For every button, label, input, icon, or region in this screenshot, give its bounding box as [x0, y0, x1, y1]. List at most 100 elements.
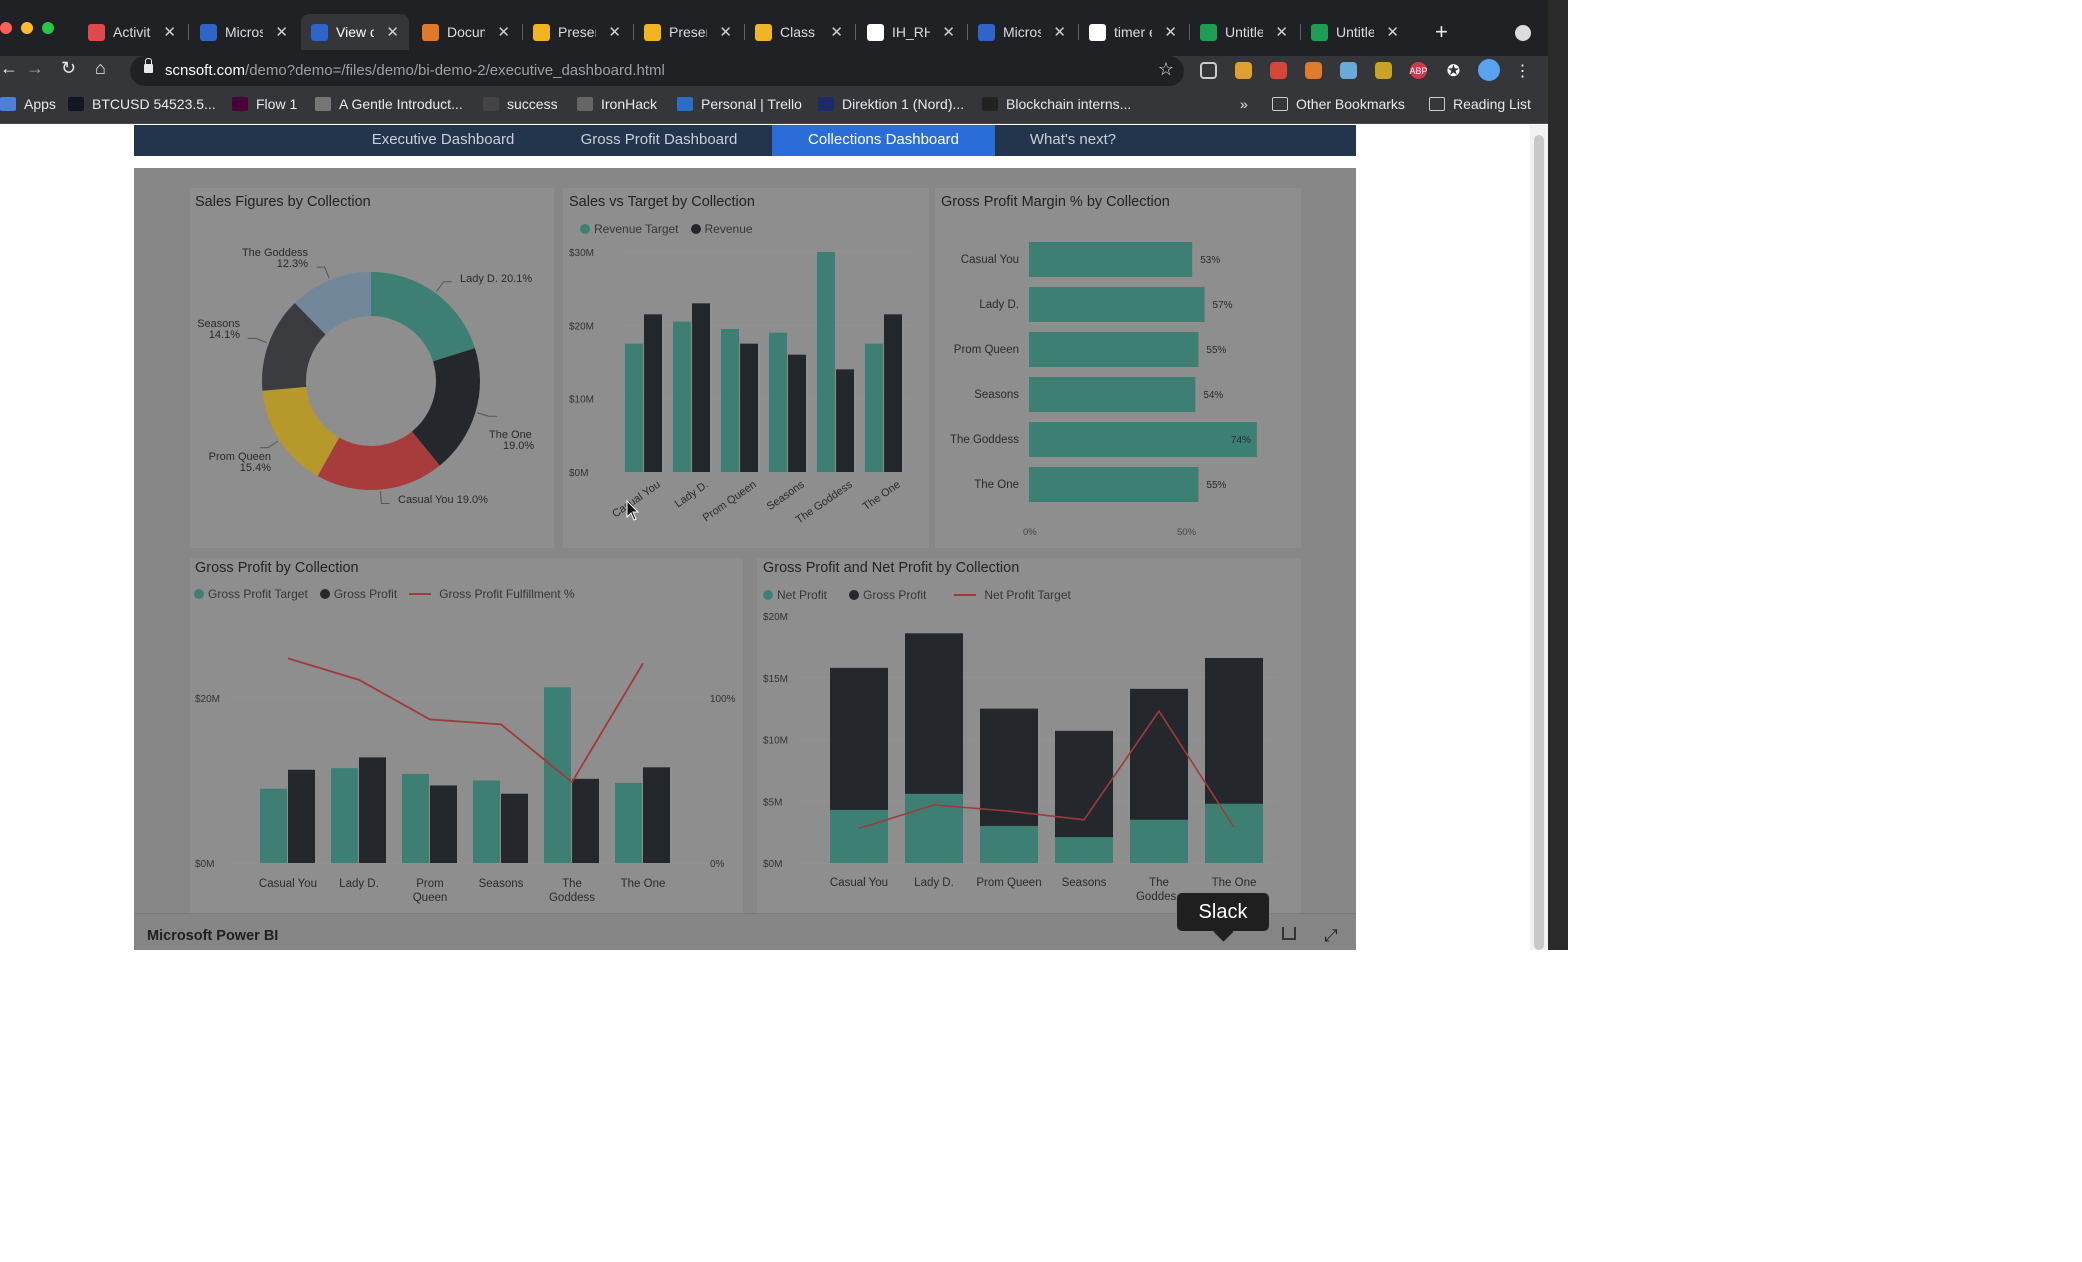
close-tab-icon[interactable]: ✕: [386, 23, 399, 41]
bookmark-star-icon[interactable]: ☆: [1158, 59, 1174, 80]
bookmark-item[interactable]: Apps: [0, 96, 56, 112]
browser-tab[interactable]: Class \ ✕: [745, 14, 853, 50]
bookmark-item[interactable]: Direktion 1 (Nord)...: [818, 96, 964, 112]
bar: [836, 369, 854, 472]
close-tab-icon[interactable]: ✕: [830, 23, 843, 41]
forward-icon[interactable]: →: [26, 58, 44, 79]
x-tick-label: Seasons: [765, 478, 807, 513]
tab-title: Micros: [1003, 24, 1042, 40]
browser-tab[interactable]: Untitle ✕: [1190, 14, 1298, 50]
bookmarks-overflow-icon[interactable]: »: [1240, 96, 1248, 112]
tab-search-icon[interactable]: [1515, 25, 1531, 41]
window-edge: [1548, 0, 1568, 950]
close-tab-icon[interactable]: ✕: [1164, 23, 1177, 41]
page-icon: [315, 97, 331, 111]
close-tab-icon[interactable]: ✕: [1053, 23, 1066, 41]
metamask-extension-icon[interactable]: [1305, 62, 1322, 79]
nav-tab-collections[interactable]: Collections Dashboard: [772, 125, 995, 156]
menu-icon[interactable]: ⋮: [1514, 62, 1531, 80]
chart-legend: Net Profit Gross Profit Net Profit Targe…: [763, 588, 1071, 602]
url-text[interactable]: scnsoft.com/demo?demo=/files/demo/bi-dem…: [165, 62, 665, 79]
browser-tab[interactable]: Micros ✕: [190, 14, 298, 50]
extension-icon[interactable]: [1375, 62, 1392, 79]
gross-profit-chart[interactable]: $0M $20M 0% 100% Casual You Lady D. Prom Queen S…: [190, 620, 743, 910]
share-icon[interactable]: [1282, 927, 1296, 940]
bookmark-item[interactable]: Personal | Trello: [677, 96, 802, 112]
x-tick-label: Lady D.: [673, 479, 711, 511]
profile-avatar[interactable]: [1478, 59, 1500, 81]
y-category-label: The One: [974, 479, 1019, 491]
fullscreen-icon[interactable]: ⤢: [1324, 926, 1338, 946]
nav-tab-gross-profit[interactable]: Gross Profit Dashboard: [560, 125, 758, 156]
bookmark-item[interactable]: success: [483, 96, 558, 112]
tab-separator: [188, 24, 189, 40]
pocket-extension-icon[interactable]: [1200, 62, 1217, 79]
extension-icon[interactable]: [1270, 62, 1287, 79]
extension-icon[interactable]: [1340, 62, 1357, 79]
minimize-window-button[interactable]: [21, 22, 33, 34]
panel-title: Gross Profit Margin % by Collection: [941, 194, 1170, 210]
y-category-label: Seasons: [974, 389, 1019, 401]
close-tab-icon[interactable]: ✕: [1386, 23, 1399, 41]
leader-line: [316, 266, 330, 279]
nav-tab-whats-next[interactable]: What's next?: [1016, 125, 1130, 156]
page-scrollbar-thumb[interactable]: [1534, 135, 1544, 950]
close-window-button[interactable]: [0, 22, 12, 34]
extensions-puzzle-icon[interactable]: ✪: [1445, 62, 1462, 80]
browser-tab[interactable]: Preser ✕: [523, 14, 631, 50]
bar: [544, 687, 571, 863]
adblock-extension-icon[interactable]: ABP: [1410, 62, 1428, 79]
new-tab-button[interactable]: +: [1425, 14, 1458, 50]
bar: [615, 782, 642, 863]
photos-extension-icon[interactable]: [1235, 62, 1252, 79]
legend-label: Gross Profit: [863, 588, 927, 602]
close-tab-icon[interactable]: ✕: [1275, 23, 1288, 41]
browser-tab[interactable]: Untitle ✕: [1301, 14, 1409, 50]
reading-list[interactable]: Reading List: [1429, 96, 1531, 112]
browser-tab[interactable]: View d ✕: [301, 14, 409, 50]
browser-tab[interactable]: Activit ✕: [78, 14, 186, 50]
close-tab-icon[interactable]: ✕: [942, 23, 955, 41]
x-tick-label: Goddess: [549, 892, 595, 904]
bar: [788, 354, 806, 472]
bookmark-item[interactable]: A Gentle Introduct...: [315, 96, 463, 112]
browser-tab[interactable]: Docum ✕: [412, 14, 520, 50]
browser-tab[interactable]: Preser ✕: [634, 14, 742, 50]
leader-line: [477, 412, 497, 417]
tab-title: Activit: [113, 24, 151, 40]
gross-profit-margin-chart[interactable]: Casual You 53% Lady D. 57% Prom Queen 55% Seas…: [935, 230, 1301, 545]
reload-icon[interactable]: ↻: [61, 58, 76, 79]
browser-tab[interactable]: timer é ✕: [1079, 14, 1187, 50]
folder-icon: [1272, 97, 1288, 111]
tradingview-icon: [68, 97, 84, 111]
powerbi-brand[interactable]: Microsoft Power BI: [147, 928, 278, 944]
back-icon[interactable]: ←: [0, 58, 18, 79]
sales-vs-target-chart[interactable]: $0M$10M$20M$30MCasual You Lady D.Prom Que…: [563, 240, 929, 540]
home-icon[interactable]: ⌂: [95, 58, 106, 79]
bookmark-item[interactable]: IronHack: [577, 96, 657, 112]
nav-tab-executive[interactable]: Executive Dashboard: [356, 125, 530, 156]
close-tab-icon[interactable]: ✕: [163, 23, 176, 41]
browser-tab[interactable]: Micros ✕: [968, 14, 1076, 50]
close-tab-icon[interactable]: ✕: [719, 23, 732, 41]
bar: [980, 825, 1038, 863]
bookmark-item[interactable]: BTCUSD 54523.5...: [68, 96, 216, 112]
legend-swatch: [690, 224, 701, 234]
slice-value: 12.3%: [277, 258, 308, 270]
browser-tab[interactable]: IH_RH ✕: [857, 14, 965, 50]
address-bar[interactable]: scnsoft.com/demo?demo=/files/demo/bi-dem…: [130, 56, 1184, 86]
legend-label: Gross Profit: [333, 587, 398, 601]
bookmark-label: BTCUSD 54523.5...: [92, 96, 216, 112]
x-tick-label: The One: [861, 479, 903, 513]
bookmark-item[interactable]: Blockchain interns...: [982, 96, 1131, 112]
bar: [644, 314, 662, 472]
gross-net-profit-chart[interactable]: $0M $5M $10M $15M $20M Casual You Lady D. Prom …: [757, 605, 1301, 910]
slides-icon: [644, 23, 661, 41]
other-bookmarks[interactable]: Other Bookmarks: [1272, 96, 1405, 112]
close-tab-icon[interactable]: ✕: [608, 23, 621, 41]
close-tab-icon[interactable]: ✕: [275, 23, 288, 41]
bookmark-item[interactable]: Flow 1: [232, 96, 297, 112]
donut-chart[interactable]: Lady D. 20.1%The One19.0%Casual You 19.0…: [190, 220, 554, 530]
zoom-window-button[interactable]: [42, 22, 54, 34]
close-tab-icon[interactable]: ✕: [497, 23, 510, 41]
